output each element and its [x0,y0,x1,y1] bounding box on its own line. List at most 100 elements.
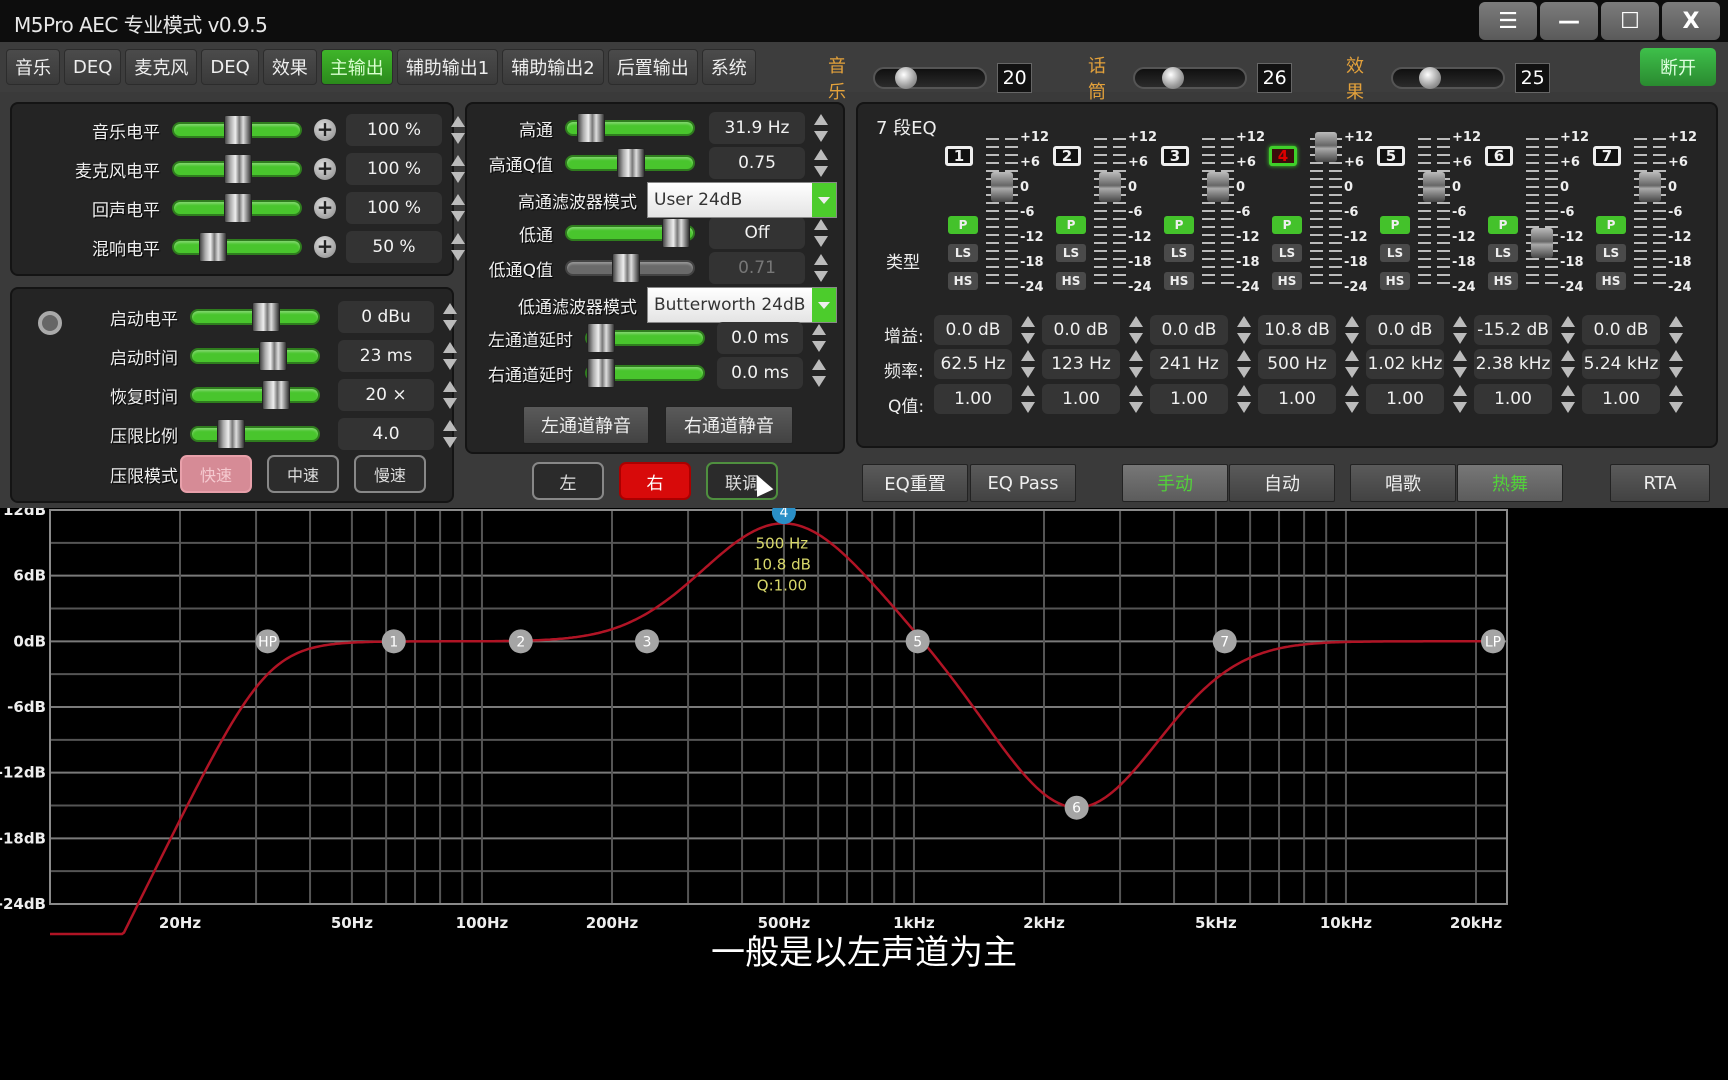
slider-thumb[interactable] [259,341,287,371]
band-q-field[interactable]: 1.00 [1042,384,1120,414]
slider[interactable] [585,358,705,388]
band-q-field[interactable]: 1.00 [934,384,1012,414]
band-type-hs-button[interactable]: HS [1164,272,1194,290]
band-type-p-button[interactable]: P [1056,216,1086,234]
band-q-field[interactable]: 1.00 [1474,384,1552,414]
band-type-ls-button[interactable]: LS [1164,244,1194,262]
chevron-down-icon[interactable] [812,183,836,217]
fader-cap[interactable] [991,172,1013,202]
tab-4[interactable]: 效果 [262,49,317,85]
band-freq-field[interactable]: 500 Hz [1258,349,1336,379]
band-type-hs-button[interactable]: HS [1596,272,1626,290]
master-value[interactable]: 20 [997,63,1032,93]
minimize-button[interactable]: — [1540,2,1598,40]
spin-arrows-icon[interactable] [1128,315,1144,345]
slider-thumb[interactable] [199,232,227,262]
spin-arrows-icon[interactable] [1560,315,1576,345]
band-gain-field[interactable]: 0.0 dB [1582,315,1660,345]
band-type-ls-button[interactable]: LS [948,244,978,262]
band-type-p-button[interactable]: P [1272,216,1302,234]
eq-marker-5[interactable]: 5 [905,629,930,654]
spin-arrows-icon[interactable] [1020,349,1036,379]
spin-arrows-icon[interactable] [1128,384,1144,414]
value-field[interactable]: 20 × [338,379,434,411]
value-field[interactable]: 100 % [346,153,442,185]
channel-button[interactable]: 左 [532,462,604,500]
tab-5[interactable]: 主输出 [320,49,393,85]
spin-arrows-icon[interactable] [1344,349,1360,379]
band-type-p-button[interactable]: P [948,216,978,234]
close-button[interactable]: X [1662,2,1720,40]
band-select-button[interactable]: 1 [945,146,973,166]
fader-cap[interactable] [1423,172,1445,202]
eq-marker-4[interactable]: 4 [771,508,796,525]
slider-thumb[interactable] [617,148,645,178]
band-type-p-button[interactable]: P [1164,216,1194,234]
band-freq-field[interactable]: 2.38 kHz [1474,349,1552,379]
fader-cap[interactable] [1531,227,1553,258]
band-select-button[interactable]: 6 [1485,146,1513,166]
eq-mode-button[interactable]: EQ Pass [970,464,1076,502]
spin-arrows-icon[interactable] [813,218,829,248]
slider[interactable] [190,419,320,449]
band-select-button[interactable]: 2 [1053,146,1081,166]
limiter-mode-button[interactable]: 中速 [267,455,339,493]
slider-thumb[interactable] [587,323,615,353]
add-icon[interactable]: + [314,236,336,258]
tab-8[interactable]: 后置输出 [607,49,698,85]
band-gain-fader[interactable] [1094,134,1126,284]
limiter-toggle-icon[interactable] [38,311,62,335]
slider-thumb[interactable] [587,358,615,388]
slider[interactable] [565,218,695,248]
slider-thumb[interactable] [262,380,290,410]
eq-marker-1[interactable]: 1 [381,629,406,654]
tab-0[interactable]: 音乐 [6,49,60,85]
spin-arrows-icon[interactable] [442,341,458,371]
fader-cap[interactable] [1639,172,1661,202]
spin-arrows-icon[interactable] [1020,384,1036,414]
fader-cap[interactable] [1207,172,1229,202]
value-field[interactable]: 100 % [346,192,442,224]
slider[interactable] [585,323,705,353]
band-type-p-button[interactable]: P [1380,216,1410,234]
add-icon[interactable]: + [314,119,336,141]
spin-arrows-icon[interactable] [1236,384,1252,414]
spin-arrows-icon[interactable] [813,113,829,143]
spin-arrows-icon[interactable] [1452,384,1468,414]
slider[interactable] [172,154,302,184]
value-field[interactable]: Off [709,217,805,249]
band-select-button[interactable]: 3 [1161,146,1189,166]
tab-1[interactable]: DEQ [64,49,122,85]
slider[interactable] [565,113,695,143]
spin-arrows-icon[interactable] [1344,384,1360,414]
value-field[interactable]: 0.71 [709,252,805,284]
slider[interactable] [190,380,320,410]
value-field[interactable]: 23 ms [338,340,434,372]
add-icon[interactable]: + [314,158,336,180]
band-type-hs-button[interactable]: HS [1380,272,1410,290]
band-gain-fader[interactable] [1526,134,1558,284]
slider-thumb[interactable] [224,115,252,145]
spin-arrows-icon[interactable] [1560,384,1576,414]
spin-arrows-icon[interactable] [450,193,466,223]
band-q-field[interactable]: 1.00 [1258,384,1336,414]
master-value[interactable]: 25 [1515,63,1550,93]
value-field[interactable]: 0.0 ms [717,322,803,354]
mute-right-button[interactable]: 右通道静音 [665,406,793,444]
eq-mode-button[interactable]: EQ重置 [862,464,968,502]
slider-thumb[interactable] [252,302,280,332]
spin-arrows-icon[interactable] [1668,384,1684,414]
eq-mode-button[interactable]: RTA [1610,464,1710,502]
eq-marker-7[interactable]: 7 [1212,629,1237,654]
slider-thumb[interactable] [577,113,605,143]
slider-knob[interactable] [1161,67,1184,89]
tab-2[interactable]: 麦克风 [125,49,198,85]
slider-thumb[interactable] [612,253,640,283]
filter-mode-select[interactable]: Butterworth 24dB [647,287,837,323]
band-freq-field[interactable]: 241 Hz [1150,349,1228,379]
band-q-field[interactable]: 1.00 [1150,384,1228,414]
spin-arrows-icon[interactable] [1236,349,1252,379]
band-freq-field[interactable]: 123 Hz [1042,349,1120,379]
spin-arrows-icon[interactable] [811,323,827,353]
slider[interactable] [190,341,320,371]
